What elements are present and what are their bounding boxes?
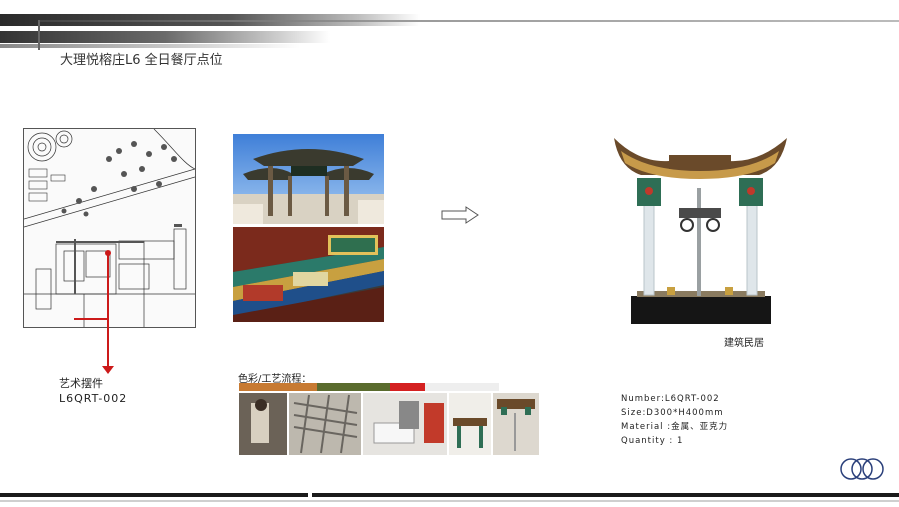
company-logo xyxy=(838,455,886,495)
spec-quantity: Quantity : 1 xyxy=(621,436,684,446)
spec-sheet: Number:L6QRT-002 Size:D300*H400mm Materi… xyxy=(621,392,728,448)
callout-line-vertical xyxy=(107,252,109,372)
product-caption: 建筑民居 xyxy=(724,338,764,349)
archway-photo-image xyxy=(233,134,384,224)
painted-eaves-photo-image xyxy=(233,227,384,322)
header-line xyxy=(40,20,899,22)
footer-bar xyxy=(0,493,899,497)
art-piece-label: 艺术摆件 xyxy=(59,377,103,390)
process-photos-strip xyxy=(239,393,539,455)
color-swatch-red xyxy=(390,383,425,391)
spec-size: Size:D300*H400mm xyxy=(621,408,724,418)
header-bar-bottom xyxy=(0,44,300,48)
product-image xyxy=(609,133,791,325)
footer-divider xyxy=(308,493,312,497)
floor-plan-drawing xyxy=(23,128,196,327)
header-vertical-line xyxy=(38,20,40,50)
spec-material: Material :金属、亚克力 xyxy=(621,422,729,432)
color-swatch-white xyxy=(425,383,499,391)
arrow-right-icon xyxy=(441,206,479,224)
header-bar-middle xyxy=(0,31,330,43)
painted-eaves-photo xyxy=(233,227,384,322)
floor-plan xyxy=(23,128,196,328)
callout-line-horizontal xyxy=(74,318,108,320)
archway-photo xyxy=(233,134,384,224)
footer-line xyxy=(0,500,899,502)
color-swatch-orange xyxy=(239,383,317,391)
spec-number: Number:L6QRT-002 xyxy=(621,394,720,404)
art-piece-code: L6QRT-002 xyxy=(59,392,128,405)
callout-arrow-icon xyxy=(102,366,114,374)
process-photos xyxy=(239,393,539,455)
page-title: 大理悦榕庄L6 全日餐厅点位 xyxy=(60,53,223,68)
color-swatch-green xyxy=(317,383,390,391)
archway-sculpture xyxy=(614,138,787,324)
